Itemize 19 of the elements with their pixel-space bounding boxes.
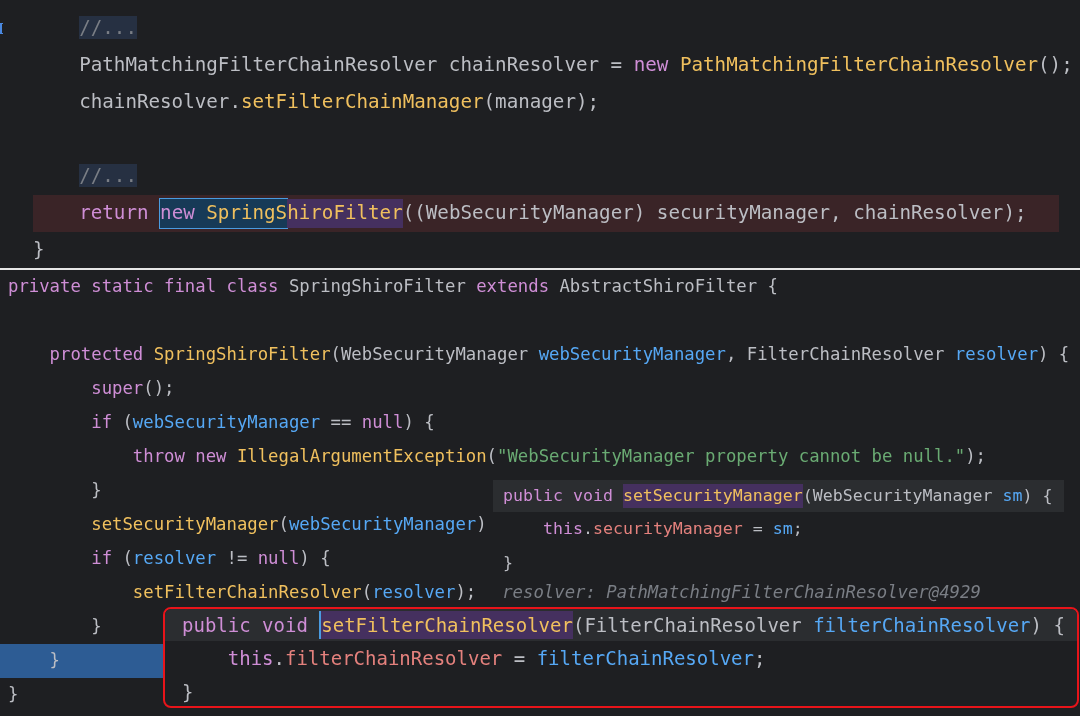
code-line: setSecurityManager(webSecurityManager): [90, 513, 487, 537]
code-line: }: [90, 615, 102, 639]
code-line: }: [33, 237, 45, 264]
code-line: }: [503, 551, 513, 574]
code-line: protected SpringShiroFilter(WebSecurityManager webSecurityManager, FilterChainResolver resolver) {: [48, 343, 1070, 367]
code-line: PathMatchingFilterChainResolver chainResolver = new PathMatchingFilterChainResolver();: [78, 52, 1073, 79]
code-line: }: [90, 479, 102, 503]
code-line: if (webSecurityManager == null) {: [90, 411, 435, 435]
code-line: this.securityManager = sm;: [541, 517, 803, 540]
code-line: }: [8, 683, 19, 707]
code-line: super();: [90, 377, 175, 401]
code-line: if (resolver != null) {: [90, 547, 331, 571]
gutter-marker-icon: [0, 23, 3, 34]
code-line: private static final class SpringShiroFilter extends AbstractShiroFilter {: [8, 275, 778, 299]
code-line: }: [182, 679, 194, 705]
code-line: throw new IllegalArgumentException("WebSecurityManager property cannot be null.");: [131, 445, 987, 469]
code-line: this.filterChainResolver = filterChainResolver;: [226, 645, 766, 671]
code-line: chainResolver.setFilterChainManager(manager);: [78, 89, 600, 116]
code-line: setFilterChainResolver(resolver); resolver: PathMatchingFilterChainResolver@4929: [131, 581, 981, 605]
